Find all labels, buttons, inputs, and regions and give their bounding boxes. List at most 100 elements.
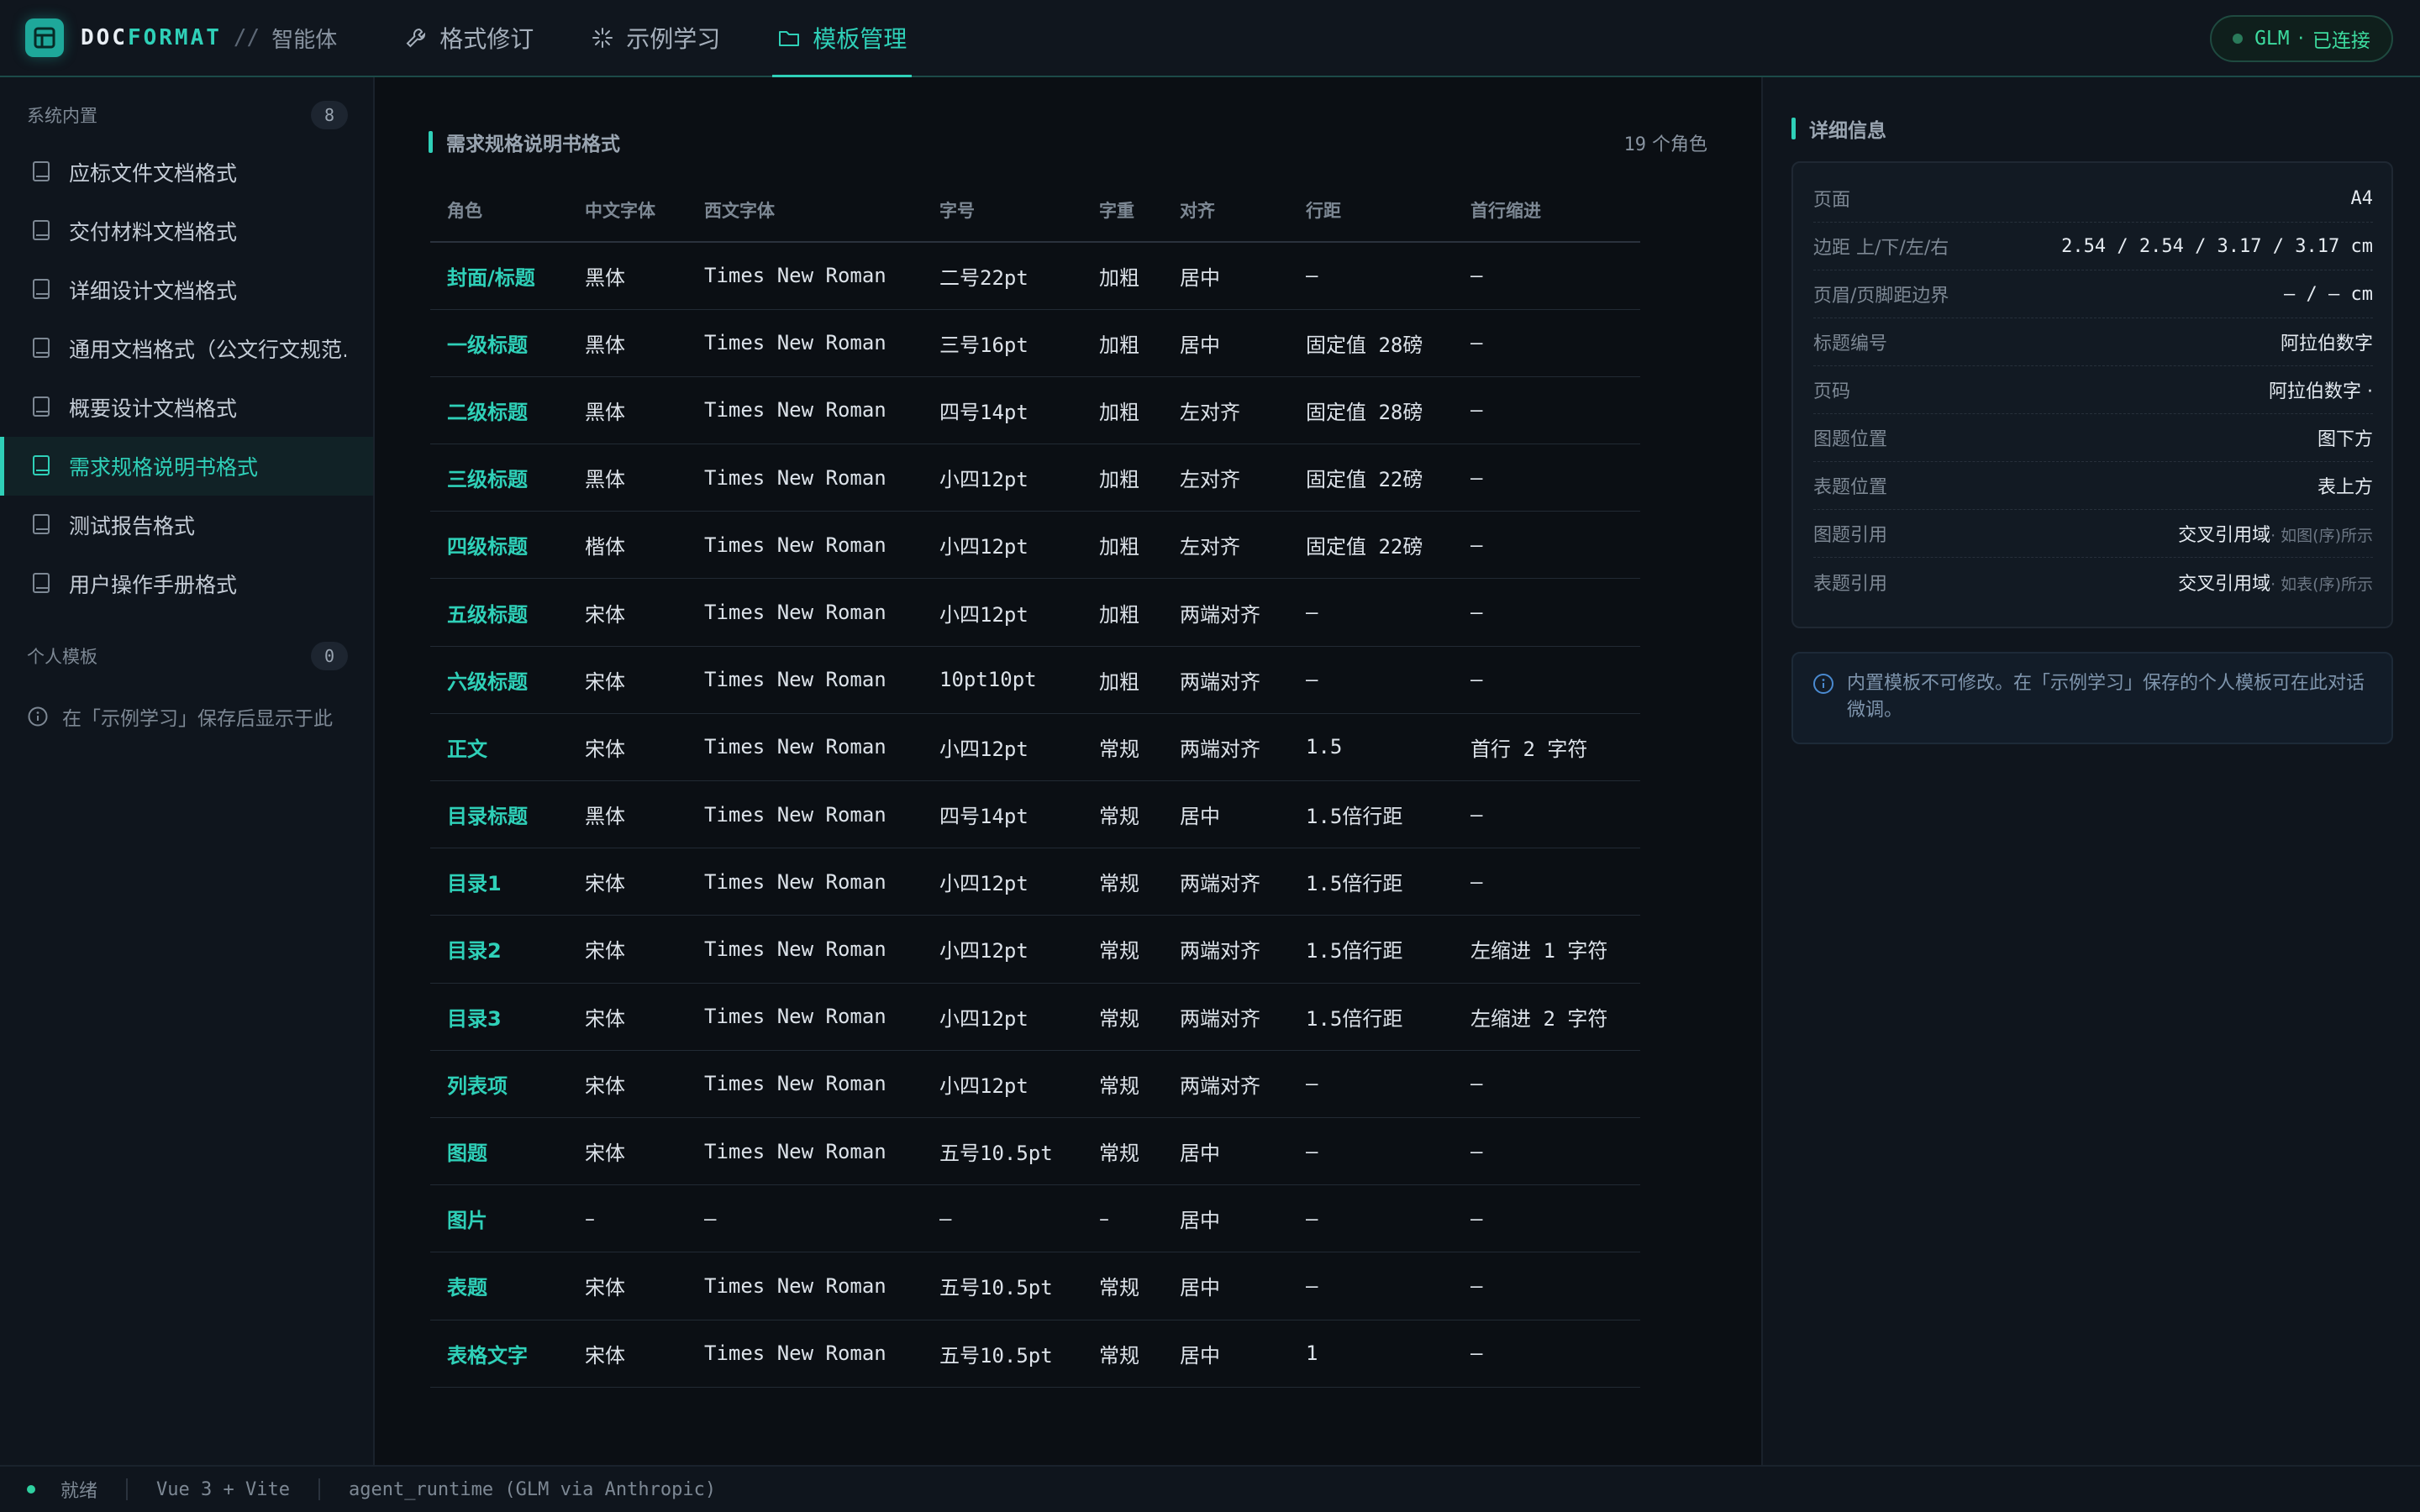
table-cell: 加粗 xyxy=(1082,646,1163,714)
table-cell: 居中 xyxy=(1163,1117,1289,1186)
table-row[interactable]: 图片 – – – – 居中 – – xyxy=(430,1184,1640,1253)
detail-value-note: · 如图(序)所示 xyxy=(2270,527,2373,545)
sidebar-item-detailed-design[interactable]: 详细设计文档格式 xyxy=(0,260,373,319)
divider xyxy=(126,1478,129,1500)
table-cell: 宋体 xyxy=(568,578,687,647)
table-cell: 两端对齐 xyxy=(1163,915,1289,984)
table-row[interactable]: 三级标题 黑体 Times New Roman 小四12pt 加粗 左对齐 固定值 22磅 – xyxy=(430,444,1640,512)
brand-separator: // xyxy=(233,25,260,50)
role-cell: 图题 xyxy=(430,1117,568,1186)
table-cell: 加粗 xyxy=(1082,444,1163,512)
table-cell: 加粗 xyxy=(1082,578,1163,647)
top-bar: DOCFORMAT // 智能体 格式修订 示例学习 模板管理 GLM · 已连… xyxy=(0,0,2420,78)
sidebar-item-label: 应标文件文档格式 xyxy=(69,161,238,186)
table-row[interactable]: 正文 宋体 Times New Roman 小四12pt 常规 两端对齐 1.5 首行 2 字… xyxy=(430,713,1640,782)
table-row[interactable]: 表题 宋体 Times New Roman 五号10.5pt 常规 居中 – – xyxy=(430,1252,1640,1320)
table-cell: – xyxy=(1454,848,1640,916)
table-cell: 小四12pt xyxy=(923,511,1082,580)
table-cell: 宋体 xyxy=(568,983,687,1051)
table-cell: 左对齐 xyxy=(1163,376,1289,445)
info-icon xyxy=(1812,672,1835,696)
book-icon xyxy=(32,572,52,596)
table-cell: 常规 xyxy=(1082,780,1163,849)
table-row[interactable]: 目录1 宋体 Times New Roman 小四12pt 常规 两端对齐 1.5倍行距 – xyxy=(430,848,1640,916)
detail-value-note: · 如表(序)所示 xyxy=(2270,575,2373,594)
template-detail-main: 需求规格说明书格式 19 个角色 角色 中文字体 西文字体 字号 字重 对齐 行… xyxy=(375,77,1761,1465)
table-cell: – xyxy=(1289,1117,1454,1186)
role-cell: 目录1 xyxy=(430,848,568,916)
tab-example-learning[interactable]: 示例学习 xyxy=(591,0,720,76)
detail-row: 边距 上/下/左/右 2.54 / 2.54 / 3.17 / 3.17 cm xyxy=(1813,223,2373,270)
table-cell: 宋体 xyxy=(568,915,687,984)
detail-row: 标题编号 阿拉伯数字 xyxy=(1813,318,2373,366)
table-cell: 居中 xyxy=(1163,242,1289,310)
table-row[interactable]: 六级标题 宋体 Times New Roman 10pt10pt 加粗 两端对齐 – – xyxy=(430,646,1640,714)
detail-label: 图题引用 xyxy=(1813,525,1888,546)
status-stack: Vue 3 + Vite xyxy=(156,1478,290,1500)
tab-format-revision[interactable]: 格式修订 xyxy=(404,0,534,76)
divider xyxy=(318,1478,320,1500)
brand-name: DOCFORMAT xyxy=(81,25,222,50)
table-cell: – xyxy=(1289,242,1454,310)
table-cell: 居中 xyxy=(1163,1252,1289,1320)
note-text: 内置模板不可修改。在「示例学习」保存的个人模板可在此对话微调。 xyxy=(1847,673,2365,721)
template-title: 需求规格说明书格式 xyxy=(429,128,620,156)
detail-panel: 详细信息 页面 A4 边距 上/下/左/右 2.54 / 2.54 / 3.17 / … xyxy=(1761,77,2420,1465)
detail-label: 表题位置 xyxy=(1813,477,1888,498)
column-header: 字重 xyxy=(1082,178,1163,243)
table-row[interactable]: 列表项 宋体 Times New Roman 小四12pt 常规 两端对齐 – – xyxy=(430,1050,1640,1118)
column-header: 首行缩进 xyxy=(1454,178,1640,243)
table-row[interactable]: 目录3 宋体 Times New Roman 小四12pt 常规 两端对齐 1.5倍行距 左缩… xyxy=(430,983,1640,1051)
table-row[interactable]: 五级标题 宋体 Times New Roman 小四12pt 加粗 两端对齐 – – xyxy=(430,578,1640,647)
table-cell: Times New Roman xyxy=(687,713,923,782)
table-row[interactable]: 封面/标题 黑体 Times New Roman 二号22pt 加粗 居中 – – xyxy=(430,242,1640,310)
table-cell: – xyxy=(1454,780,1640,849)
table-cell: 宋体 xyxy=(568,1252,687,1320)
table-cell: 常规 xyxy=(1082,983,1163,1051)
table-cell: 固定值 28磅 xyxy=(1289,376,1454,445)
column-header: 字号 xyxy=(923,178,1082,243)
sidebar-item-test-report[interactable]: 测试报告格式 xyxy=(0,496,373,554)
title-accent-bar xyxy=(429,131,433,153)
connection-state: 已连接 xyxy=(2312,30,2370,52)
table-row[interactable]: 表格文字 宋体 Times New Roman 五号10.5pt 常规 居中 1– xyxy=(430,1320,1640,1388)
table-cell: Times New Roman xyxy=(687,1050,923,1118)
table-row[interactable]: 二级标题 黑体 Times New Roman 四号14pt 加粗 左对齐 固定值 28磅 – xyxy=(430,376,1640,445)
table-row[interactable]: 四级标题 楷体 Times New Roman 小四12pt 加粗 左对齐 固定值 22磅 – xyxy=(430,511,1640,580)
folder-icon xyxy=(777,26,801,50)
role-cell: 列表项 xyxy=(430,1050,568,1118)
table-cell: 1.5 xyxy=(1289,713,1454,782)
sidebar-item-user-manual[interactable]: 用户操作手册格式 xyxy=(0,554,373,613)
app-window: DOCFORMAT // 智能体 格式修订 示例学习 模板管理 GLM · 已连… xyxy=(0,0,2420,1512)
sidebar-item-delivery-doc[interactable]: 交付材料文档格式 xyxy=(0,202,373,260)
table-row[interactable]: 目录标题 黑体 Times New Roman 四号14pt 常规 居中 1.5倍行距 – xyxy=(430,780,1640,849)
table-cell: 左缩进 2 字符 xyxy=(1454,983,1640,1051)
detail-value: 交叉引用域· 如表(序)所示 xyxy=(2178,573,2373,595)
table-cell: 首行 2 字符 xyxy=(1454,713,1640,782)
table-cell: – xyxy=(1289,1184,1454,1253)
sidebar-item-general-doc[interactable]: 通用文档格式（公文行文规范… xyxy=(0,319,373,378)
role-cell: 表格文字 xyxy=(430,1320,568,1388)
format-table-body: 封面/标题 黑体 Times New Roman 二号22pt 加粗 居中 – – 一级标题 黑体… xyxy=(430,242,1640,1388)
tab-label: 模板管理 xyxy=(813,25,908,53)
hint-text: 在「示例学习」保存后显示于此 xyxy=(62,708,333,730)
table-cell: 居中 xyxy=(1163,1184,1289,1253)
table-cell: 五号10.5pt xyxy=(923,1117,1082,1186)
table-cell: Times New Roman xyxy=(687,848,923,916)
tab-template-management[interactable]: 模板管理 xyxy=(772,0,913,78)
table-row[interactable]: 目录2 宋体 Times New Roman 小四12pt 常规 两端对齐 1.5倍行距 左缩… xyxy=(430,915,1640,984)
role-cell: 三级标题 xyxy=(430,444,568,512)
table-row[interactable]: 一级标题 黑体 Times New Roman 三号16pt 加粗 居中 固定值 28磅 – xyxy=(430,309,1640,377)
sparkle-icon xyxy=(591,26,614,50)
connection-status-badge[interactable]: GLM · 已连接 xyxy=(2210,15,2393,62)
detail-row: 页眉/页脚距边界 – / – cm xyxy=(1813,270,2373,318)
table-cell: – xyxy=(1289,646,1454,714)
table-row[interactable]: 图题 宋体 Times New Roman 五号10.5pt 常规 居中 – – xyxy=(430,1117,1640,1186)
table-cell: Times New Roman xyxy=(687,578,923,647)
sidebar-item-requirements-spec[interactable]: 需求规格说明书格式 xyxy=(0,437,373,496)
sidebar-item-bid-doc[interactable]: 应标文件文档格式 xyxy=(0,143,373,202)
table-cell: 加粗 xyxy=(1082,242,1163,310)
sidebar-item-outline-design[interactable]: 概要设计文档格式 xyxy=(0,378,373,437)
role-cell: 正文 xyxy=(430,713,568,782)
table-cell: 两端对齐 xyxy=(1163,983,1289,1051)
